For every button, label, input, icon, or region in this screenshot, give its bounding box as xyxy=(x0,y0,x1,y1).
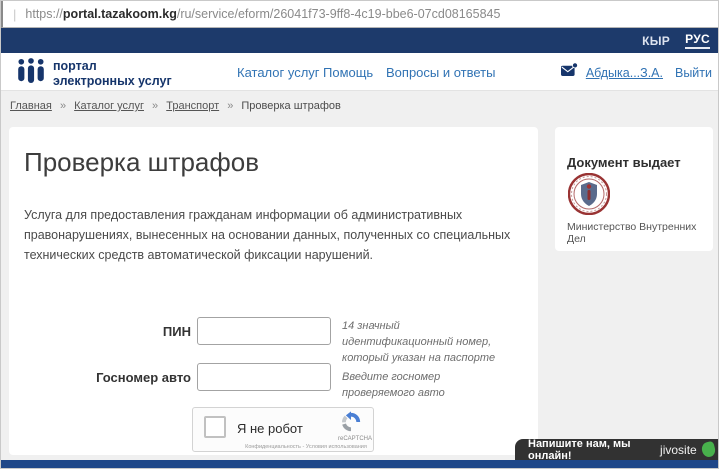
pin-input[interactable] xyxy=(197,317,331,345)
issuer-card: Документ выдает Министерство Внутренних … xyxy=(555,127,713,251)
recaptcha-arrow-icon xyxy=(340,420,362,437)
people-icon xyxy=(16,58,46,90)
user-box: Абдыка...З.А. Выйти xyxy=(561,62,712,83)
service-card: Проверка штрафов Услуга для предоставлен… xyxy=(9,127,538,455)
browser-window: | https://portal.tazakoom.kg/ru/service/… xyxy=(0,0,719,469)
portal-logo[interactable]: портал электронных услуг xyxy=(16,58,172,90)
plate-hint: Введите госномер проверяемого авто xyxy=(342,370,504,402)
page-title: Проверка штрафов xyxy=(24,147,259,178)
logout-link[interactable]: Выйти xyxy=(675,66,712,80)
pin-label: ПИН xyxy=(9,324,191,339)
chat-widget[interactable]: Напишите нам, мы онлайн! jivosite xyxy=(515,439,718,460)
nav-catalog[interactable]: Каталог услуг xyxy=(237,65,320,80)
plate-input[interactable] xyxy=(197,363,331,391)
site-header: портал электронных услуг Каталог услуг П… xyxy=(1,53,718,91)
lang-switch-kyr[interactable]: КЫР xyxy=(642,34,670,48)
recaptcha-brand: reCAPTCHA xyxy=(338,436,364,442)
recaptcha-privacy-terms[interactable]: Конфиденциальность - Условия использован… xyxy=(243,444,369,450)
breadcrumb-separator: » xyxy=(152,100,158,112)
breadcrumb: Главная » Каталог услуг » Транспорт » Пр… xyxy=(10,100,341,112)
notification-envelope-icon[interactable] xyxy=(561,62,578,83)
page-url: https://portal.tazakoom.kg/ru/service/ef… xyxy=(25,7,500,21)
breadcrumb-separator: » xyxy=(60,100,66,112)
chat-brand: jivosite xyxy=(660,443,697,457)
recaptcha-label: Я не робот xyxy=(237,421,303,436)
nav-help[interactable]: Помощь xyxy=(323,65,373,80)
chat-message: Напишите нам, мы онлайн! xyxy=(528,438,660,462)
issuer-title: Документ выдает xyxy=(567,155,681,170)
jivosite-leaf-icon xyxy=(700,441,717,459)
breadcrumb-current: Проверка штрафов xyxy=(241,100,340,112)
breadcrumb-transport[interactable]: Транспорт xyxy=(166,100,219,112)
issuer-name: Министерство Внутренних Дел xyxy=(567,221,713,245)
user-profile-link[interactable]: Абдыка...З.А. xyxy=(586,66,663,80)
service-description: Услуга для предоставления гражданам инфо… xyxy=(24,205,512,265)
pin-hint: 14 значный идентификационный номер, кото… xyxy=(342,319,504,367)
recaptcha-checkbox[interactable] xyxy=(204,416,226,438)
browser-address-bar[interactable]: | https://portal.tazakoom.kg/ru/service/… xyxy=(1,1,718,28)
language-bar: КЫР РУС xyxy=(1,28,718,53)
recaptcha-widget: Я не робот reCAPTCHA Конфиденциальность … xyxy=(192,407,374,452)
urlbar-separator: | xyxy=(13,7,16,22)
lang-switch-rus[interactable]: РУС xyxy=(685,32,710,49)
recaptcha-logo: reCAPTCHA xyxy=(338,411,364,442)
logo-text: портал электронных услуг xyxy=(53,59,172,89)
nav-faq[interactable]: Вопросы и ответы xyxy=(386,65,495,80)
breadcrumb-home[interactable]: Главная xyxy=(10,100,52,112)
ministry-emblem xyxy=(568,173,610,220)
plate-label: Госномер авто xyxy=(9,370,191,385)
breadcrumb-separator: » xyxy=(227,100,233,112)
breadcrumb-catalog[interactable]: Каталог услуг xyxy=(74,100,144,112)
footer-bar xyxy=(1,460,718,468)
